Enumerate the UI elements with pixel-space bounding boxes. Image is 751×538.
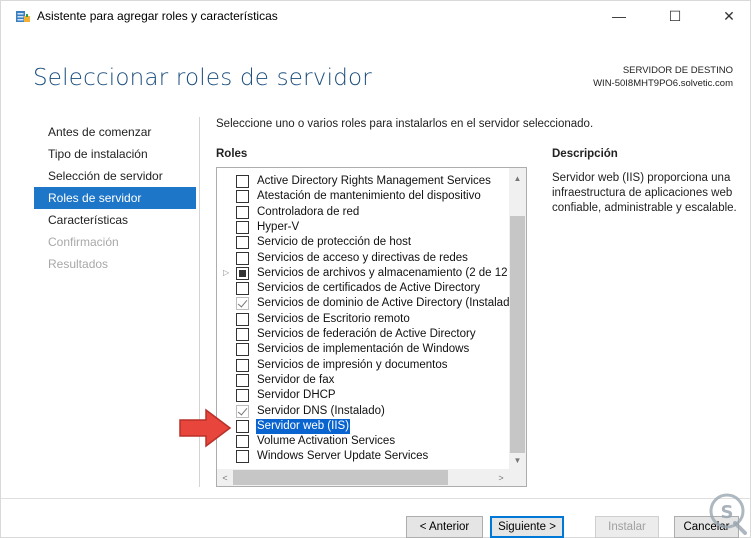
role-label: Servicios de archivos y almacenamiento (… xyxy=(257,266,518,279)
role-label: Hyper-V xyxy=(257,220,300,233)
chevron-right-icon[interactable]: ▷ xyxy=(223,268,231,278)
roles-header: Roles xyxy=(216,148,248,160)
role-item[interactable]: Servicios de impresión y documentos xyxy=(217,358,513,373)
role-item[interactable]: Servidor de fax xyxy=(217,373,513,388)
role-label: Atestación de mantenimiento del disposit… xyxy=(257,190,481,203)
next-button[interactable]: Siguiente > xyxy=(490,516,564,538)
vertical-scrollbar[interactable]: ▲ ▼ xyxy=(509,168,526,470)
scroll-left-icon[interactable]: < xyxy=(217,469,233,486)
minimize-button[interactable]: — xyxy=(596,1,642,31)
role-item[interactable]: Windows Server Update Services xyxy=(217,449,513,464)
role-item[interactable]: Servicios de dominio de Active Directory… xyxy=(217,296,516,311)
scrollbar-corner xyxy=(509,469,526,486)
description-header: Descripción xyxy=(552,148,618,160)
role-item[interactable]: Servicios de implementación de Windows xyxy=(217,342,513,357)
nav-item-caracteristicas[interactable]: Características xyxy=(34,209,196,231)
nav-item-roles-de-servidor[interactable]: Roles de servidor xyxy=(34,187,196,209)
role-item[interactable]: Atestación de mantenimiento del disposit… xyxy=(217,189,513,204)
page-title: Seleccionar roles de servidor xyxy=(33,65,372,91)
scroll-down-icon[interactable]: ▼ xyxy=(509,452,526,468)
role-checkbox[interactable] xyxy=(236,312,249,326)
red-arrow-icon xyxy=(179,408,232,448)
role-checkbox[interactable] xyxy=(236,220,249,234)
role-label: Windows Server Update Services xyxy=(257,450,429,463)
role-checkbox[interactable] xyxy=(236,389,249,403)
role-label: Servicios de certificados de Active Dire… xyxy=(257,282,481,295)
role-item[interactable]: Servicios de federación de Active Direct… xyxy=(217,327,513,342)
destination-server-label: SERVIDOR DE DESTINO xyxy=(622,65,733,76)
role-item[interactable]: Servicio de protección de host xyxy=(217,235,513,250)
role-label: Servicios de federación de Active Direct… xyxy=(257,328,476,340)
maximize-button[interactable]: ☐ xyxy=(652,1,698,31)
role-checkbox[interactable] xyxy=(236,236,249,250)
role-checkbox[interactable] xyxy=(236,175,249,188)
nav-item-resultados: Resultados xyxy=(48,257,109,271)
nav-item-seleccion-de-servidor[interactable]: Selección de servidor xyxy=(34,165,196,187)
title-bar: Asistente para agregar roles y caracterí… xyxy=(1,1,751,31)
role-checkbox[interactable] xyxy=(236,190,249,204)
role-label: Volume Activation Services xyxy=(257,435,396,448)
svg-text:S: S xyxy=(721,502,734,523)
role-item[interactable]: Servidor web (IIS) xyxy=(217,418,513,434)
role-item[interactable]: Controladora de red xyxy=(217,205,513,220)
nav-item-tipo-de-instalacion[interactable]: Tipo de instalación xyxy=(34,143,196,165)
window-title: Asistente para agregar roles y caracterí… xyxy=(37,9,278,23)
roles-list[interactable]: Active Directory Rights Management Servi… xyxy=(216,167,527,487)
role-item[interactable]: Active Directory Rights Management Servi… xyxy=(217,174,513,189)
role-item[interactable]: ▷ Servicios de archivos y almacenamiento … xyxy=(217,266,517,281)
role-item[interactable]: Servicios de certificados de Active Dire… xyxy=(217,281,513,296)
role-label: Servidor DNS (Instalado) xyxy=(257,404,385,417)
footer-divider xyxy=(1,498,751,499)
solvetic-logo-icon: S xyxy=(709,493,747,535)
nav-item-confirmacion: Confirmación xyxy=(48,235,119,249)
destination-server-name: WIN-50I8MHT9PO6.solvetic.com xyxy=(593,78,733,89)
role-label: Servidor DHCP xyxy=(257,389,336,402)
role-checkbox[interactable] xyxy=(236,435,249,449)
role-label: Servicios de acceso y directivas de rede… xyxy=(257,251,468,264)
wizard-window: Asistente para agregar roles y caracterí… xyxy=(0,0,751,538)
scroll-up-icon[interactable]: ▲ xyxy=(509,170,526,186)
nav-item-antes-de-comenzar[interactable]: Antes de comenzar xyxy=(34,121,196,143)
role-item[interactable]: Servicios de Escritorio remoto xyxy=(217,312,513,327)
role-label: Servidor de fax xyxy=(257,373,335,386)
vertical-scroll-thumb[interactable] xyxy=(510,216,525,453)
horizontal-scroll-thumb[interactable] xyxy=(233,470,448,485)
role-checkbox[interactable] xyxy=(236,282,249,296)
role-checkbox[interactable] xyxy=(236,343,249,357)
scroll-right-icon[interactable]: > xyxy=(493,469,509,486)
role-checkbox[interactable] xyxy=(236,358,249,372)
role-item[interactable]: Volume Activation Services xyxy=(217,434,513,449)
role-label: Active Directory Rights Management Servi… xyxy=(257,175,491,187)
role-checkbox[interactable] xyxy=(236,450,249,464)
horizontal-scrollbar[interactable]: < > xyxy=(217,469,526,486)
role-label: Servicio de protección de host xyxy=(257,236,412,249)
role-label: Servicios de implementación de Windows xyxy=(257,343,470,356)
role-checkbox xyxy=(236,404,249,418)
role-item[interactable]: Hyper-V xyxy=(217,220,513,235)
role-checkbox[interactable] xyxy=(236,373,249,387)
role-checkbox[interactable] xyxy=(236,251,249,265)
role-item[interactable]: Servidor DHCP xyxy=(217,388,513,403)
role-checkbox xyxy=(236,297,249,311)
role-item[interactable]: Servicios de acceso y directivas de rede… xyxy=(217,251,513,266)
role-checkbox[interactable] xyxy=(236,205,249,219)
role-label: Servidor web (IIS) xyxy=(256,418,351,434)
previous-button[interactable]: < Anterior xyxy=(406,516,483,538)
instructions-text: Seleccione uno o varios roles para insta… xyxy=(216,118,594,130)
role-checkbox[interactable] xyxy=(236,419,249,433)
role-label: Servicios de impresión y documentos xyxy=(257,358,448,371)
role-checkbox[interactable] xyxy=(236,328,249,341)
role-checkbox[interactable] xyxy=(236,266,249,280)
role-item[interactable]: Servidor DNS (Instalado) xyxy=(217,404,513,419)
description-text: Servidor web (IIS) proporciona una infra… xyxy=(552,172,737,214)
server-manager-icon xyxy=(16,11,30,22)
close-button[interactable]: ✕ xyxy=(706,1,751,31)
role-label: Servicios de dominio de Active Directory… xyxy=(257,297,516,310)
role-label: Servicios de Escritorio remoto xyxy=(257,312,410,325)
role-label: Controladora de red xyxy=(257,205,360,218)
install-button: Instalar xyxy=(595,516,659,538)
